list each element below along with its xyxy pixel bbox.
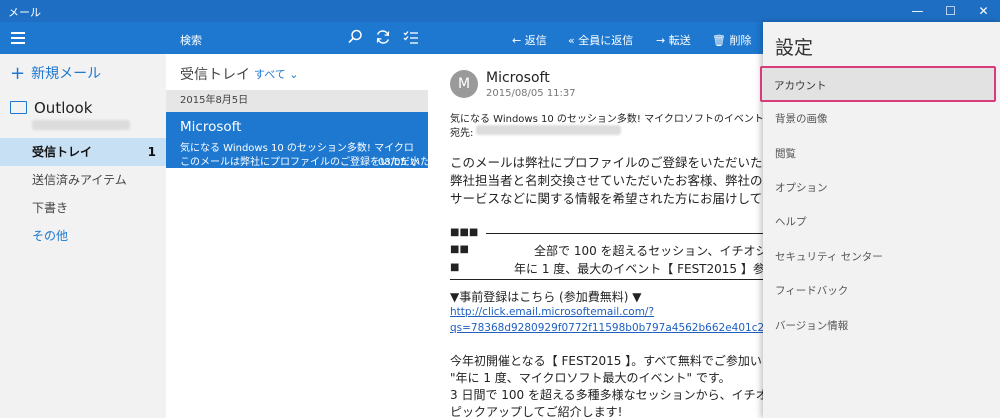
settings-reading[interactable]: 閲覧 — [763, 139, 1000, 169]
folder-label: その他 — [32, 229, 69, 243]
new-mail-button[interactable]: + 新規メール — [10, 62, 102, 84]
recipient-redacted — [476, 125, 621, 135]
folder-label: 下書き — [32, 201, 69, 215]
banner-line-2: 年に 1 度、最大のイベント【 FEST2015 】参 — [514, 262, 763, 276]
body-text-line: サービスなどに関する情報を希望された方にお届けしており — [450, 191, 763, 206]
message-date: 08/05 水 — [378, 157, 420, 168]
settings-item-label: 閲覧 — [775, 148, 796, 160]
settings-item-label: フィードバック — [775, 285, 849, 297]
body-text-line: "年に 1 度、マイクロソフト最大のイベント" です。 — [450, 371, 731, 385]
title-bar: メール — ☐ ✕ — [0, 0, 1000, 22]
body-text-line: このメールは弊社にプロファイルのご登録をいただいたお客 — [450, 155, 763, 170]
settings-title: 設定 — [775, 37, 814, 59]
register-link-continued[interactable]: qs=78368d9280929f0772f11598b0b797a4562b6… — [450, 322, 763, 334]
message-timestamp: 2015/08/05 11:37 — [486, 88, 576, 99]
hamburger-menu-icon[interactable] — [0, 22, 36, 54]
settings-accounts[interactable]: アカウント — [760, 66, 996, 102]
list-title: 受信トレイ — [180, 67, 250, 83]
filter-dropdown[interactable]: すべて ⌄ — [254, 66, 299, 82]
settings-item-label: 背景の画像 — [775, 113, 828, 125]
folder-sent[interactable]: 送信済みアイテム — [0, 166, 166, 194]
body-text-line: 3 日間で 100 を超える多種多様なセッションから、イチオ — [450, 388, 763, 402]
trash-icon: 🗑 — [712, 34, 726, 47]
minimize-button[interactable]: — — [901, 0, 934, 22]
folder-icon — [10, 101, 27, 114]
folder-inbox[interactable]: 受信トレイ 1 — [0, 138, 166, 166]
search-icon[interactable] — [346, 28, 364, 46]
settings-background-image[interactable]: 背景の画像 — [763, 104, 1000, 134]
message-item[interactable]: Microsoft 気になる Windows 10 のセッション多数! マイクロ… — [166, 112, 434, 168]
delete-button[interactable]: 🗑 削除 — [712, 32, 751, 48]
message-list-pane: 検索 受信トレイ すべて ⌄ 2015年8月5日 Microsoft 気になる … — [166, 22, 434, 418]
settings-about[interactable]: バージョン情報 — [763, 311, 1000, 341]
reply-all-button[interactable]: « 全員に返信 — [568, 32, 633, 48]
command-bar: ← 返信 « 全員に返信 → 転送 🗑 削除 — [428, 22, 763, 54]
banner-mark-top: ■■■ — [450, 227, 479, 238]
close-button[interactable]: ✕ — [967, 0, 1000, 22]
banner-mark-bottom: ■ — [450, 262, 460, 273]
settings-item-label: バージョン情報 — [775, 320, 849, 332]
new-mail-label: 新規メール — [31, 66, 102, 82]
banner-rule-top — [486, 233, 763, 234]
selection-mode-icon[interactable] — [402, 28, 420, 46]
message-subject: 気になる Windows 10 のセッション多数! マイクロ — [180, 143, 414, 154]
search-box[interactable]: 検索 — [180, 32, 202, 48]
list-header: 検索 — [166, 22, 428, 54]
account-email-redacted — [32, 120, 130, 130]
body-text-line: 弊社担当者と名刺交換させていただいたお客様、弊社の製品 — [450, 173, 763, 188]
sync-icon[interactable] — [374, 28, 392, 46]
navigation-pane: + 新規メール Outlook 受信トレイ 1 送信済みアイテム 下書き その他 — [0, 22, 166, 418]
account-outlook[interactable]: Outlook — [10, 99, 92, 117]
settings-trust-center[interactable]: セキュリティ センター — [763, 242, 1000, 272]
reading-pane: ← 返信 « 全員に返信 → 転送 🗑 削除 M Microsoft 2015/… — [428, 22, 763, 418]
hamburger-bar — [0, 22, 166, 54]
settings-pane: 設定 アカウント 背景の画像 閲覧 オプション ヘルプ セキュリティ センター … — [760, 22, 1000, 418]
banner-line-1: 全部で 100 を超えるセッション、イチオシ — [534, 244, 763, 258]
settings-item-label: オプション — [775, 182, 828, 194]
register-heading: ▼事前登録はこちら (参加費無料) ▼ — [450, 290, 642, 304]
maximize-button[interactable]: ☐ — [934, 0, 967, 22]
settings-feedback[interactable]: フィードバック — [763, 276, 1000, 306]
message-sender: Microsoft — [180, 119, 242, 135]
banner-rule-bottom — [450, 279, 763, 280]
settings-options[interactable]: オプション — [763, 173, 1000, 203]
forward-button[interactable]: → 転送 — [656, 32, 691, 48]
recipient-label: 宛先: — [450, 128, 474, 139]
plus-icon: + — [10, 63, 26, 84]
account-name: Outlook — [34, 99, 93, 117]
banner-mark-mid: ■■ — [450, 244, 469, 255]
folder-drafts[interactable]: 下書き — [0, 194, 166, 222]
settings-item-label: ヘルプ — [775, 216, 807, 228]
reply-all-arrow-icon: « — [568, 34, 575, 47]
forward-label: 転送 — [668, 34, 691, 47]
settings-item-label: セキュリティ センター — [775, 251, 883, 263]
reply-arrow-icon: ← — [512, 34, 522, 47]
reply-label: 返信 — [524, 34, 547, 47]
date-group-label: 2015年8月5日 — [180, 95, 249, 106]
date-group-header: 2015年8月5日 — [166, 90, 428, 112]
sender-avatar: M — [450, 70, 478, 98]
message-subject-full: 気になる Windows 10 のセッション多数! マイクロソフトのイベント "… — [450, 114, 763, 125]
reply-button[interactable]: ← 返信 — [512, 32, 547, 48]
forward-arrow-icon: → — [656, 34, 666, 47]
body-text-line: ピックアップしてご紹介します! — [450, 405, 623, 418]
delete-label: 削除 — [729, 34, 752, 47]
window-title: メール — [8, 6, 41, 19]
body-text-line: 今年初開催となる【 FEST2015 】。すべて無料でご参加いた — [450, 354, 763, 368]
register-link[interactable]: http://click.email.microsoftemail.com/? — [450, 306, 654, 318]
settings-help[interactable]: ヘルプ — [763, 207, 1000, 237]
settings-item-label: アカウント — [774, 80, 827, 92]
sender-name[interactable]: Microsoft — [486, 70, 550, 86]
folder-more[interactable]: その他 — [0, 222, 166, 250]
reply-all-label: 全員に返信 — [578, 34, 634, 47]
unread-count: 1 — [147, 145, 156, 159]
folder-label: 送信済みアイテム — [32, 173, 127, 187]
folder-label: 受信トレイ — [32, 145, 93, 159]
